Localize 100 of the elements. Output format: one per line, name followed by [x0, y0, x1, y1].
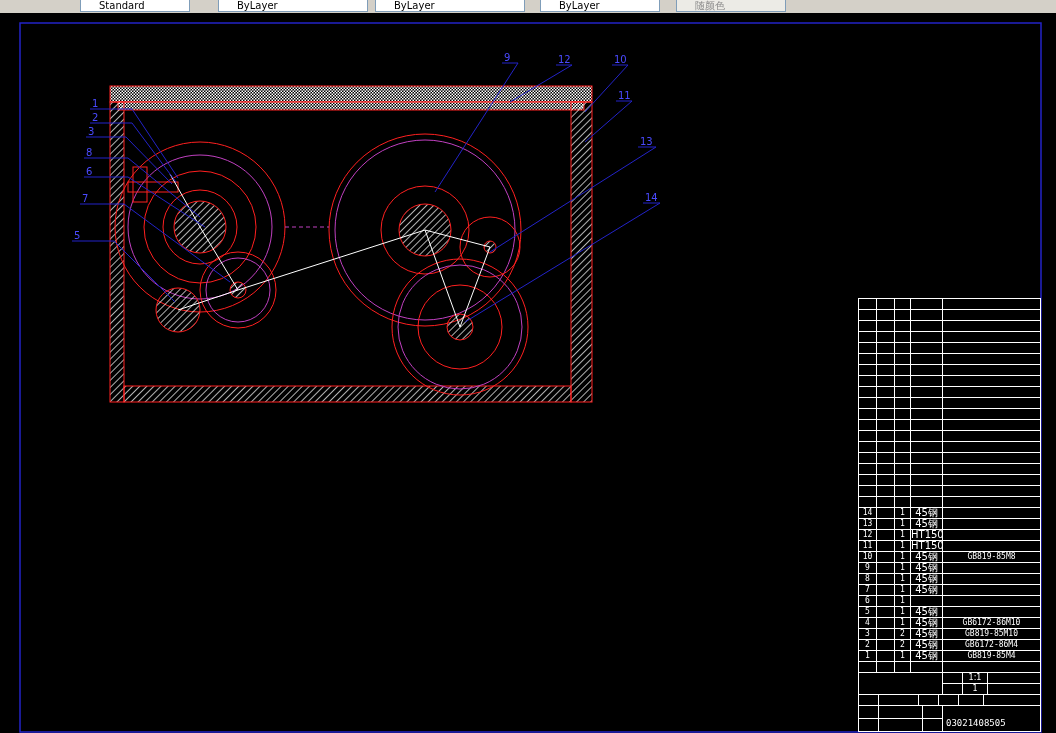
table-cell [895, 376, 911, 387]
table-cell: 2 [895, 629, 911, 640]
table-cell [923, 706, 943, 719]
table-cell [877, 398, 895, 409]
table-cell: 1 [895, 618, 911, 629]
table-cell [923, 719, 943, 732]
table-cell [895, 321, 911, 332]
table-cell [877, 431, 895, 442]
table-cell: GB6172-86M4 [943, 640, 1041, 651]
table-cell [911, 662, 943, 673]
table-cell: 1 [895, 596, 911, 607]
table-cell [877, 541, 895, 552]
table-cell: 45钢 [911, 651, 943, 662]
table-cell [877, 486, 895, 497]
table-cell: 45钢 [911, 618, 943, 629]
table-cell: 1 [895, 585, 911, 596]
table-cell [877, 420, 895, 431]
table-cell [877, 585, 895, 596]
table-cell [919, 695, 939, 706]
table-cell [911, 365, 943, 376]
table-cell: 11 [859, 541, 877, 552]
table-cell [877, 343, 895, 354]
table-cell: 1 [895, 607, 911, 618]
table-cell [911, 453, 943, 464]
table-cell: GB819-85M8 [943, 552, 1041, 563]
dropdown[interactable]: ByLayer [375, 0, 525, 12]
table-cell [877, 596, 895, 607]
table-cell [911, 431, 943, 442]
leader-line [584, 64, 629, 113]
table-cell [877, 376, 895, 387]
table-cell: 13 [859, 519, 877, 530]
table-cell [943, 684, 963, 695]
table-cell [911, 420, 943, 431]
table-cell [895, 343, 911, 354]
table-cell [895, 420, 911, 431]
table-cell: 45钢 [911, 519, 943, 530]
leader-label: 13 [640, 136, 653, 147]
table-cell: 1 [895, 552, 911, 563]
leader-label: 2 [92, 112, 99, 123]
table-cell: 45钢 [911, 585, 943, 596]
leader-label: 10 [614, 54, 627, 65]
table-cell: 1 [895, 541, 911, 552]
table-cell [988, 684, 1041, 695]
table-cell [911, 486, 943, 497]
table-cell [895, 354, 911, 365]
table-cell [911, 354, 943, 365]
table-cell [895, 486, 911, 497]
table-cell [911, 310, 943, 321]
quantity-value: 1 [963, 684, 988, 695]
table-cell [877, 442, 895, 453]
dropdown[interactable]: Standard [80, 0, 190, 12]
table-cell: 1 [859, 651, 877, 662]
table-cell [895, 387, 911, 398]
table-cell [877, 497, 895, 508]
scale-value: 1:1 [963, 673, 988, 684]
table-cell [877, 574, 895, 585]
table-cell: 1 [895, 651, 911, 662]
table-cell: 45钢 [911, 607, 943, 618]
table-cell [877, 475, 895, 486]
table-cell [911, 497, 943, 508]
table-cell: 1 [895, 519, 911, 530]
table-cell [877, 519, 895, 530]
table-cell [895, 310, 911, 321]
table-cell [943, 673, 963, 684]
table-cell [877, 409, 895, 420]
table-cell: 1 [895, 574, 911, 585]
table-cell [877, 508, 895, 519]
table-cell [911, 596, 943, 607]
table-cell [877, 387, 895, 398]
table-cell: 45钢 [911, 563, 943, 574]
table-cell [895, 475, 911, 486]
leader-label: 8 [86, 147, 93, 158]
table-cell [895, 662, 911, 673]
table-cell: GB819-85M10 [943, 629, 1041, 640]
leader-line [584, 100, 633, 143]
table-cell [911, 475, 943, 486]
table-cell: 45钢 [911, 574, 943, 585]
table-cell: 8 [859, 574, 877, 585]
dropdown[interactable]: ByLayer [218, 0, 368, 12]
table-cell [877, 530, 895, 541]
table-cell [911, 332, 943, 343]
table-cell: 4 [859, 618, 877, 629]
table-cell [911, 376, 943, 387]
leader-label: 11 [618, 90, 631, 101]
table-cell [895, 464, 911, 475]
table-cell [895, 409, 911, 420]
table-cell [895, 398, 911, 409]
leader-label: 5 [74, 230, 81, 241]
table-cell [879, 695, 919, 706]
table-cell: 10 [859, 552, 877, 563]
table-cell [877, 365, 895, 376]
table-cell: 9 [859, 563, 877, 574]
table-cell [877, 354, 895, 365]
table-cell [877, 640, 895, 651]
table-cell [959, 695, 984, 706]
table-cell [877, 321, 895, 332]
table-cell [895, 453, 911, 464]
table-cell: 2 [895, 640, 911, 651]
table-cell: 1 [895, 530, 911, 541]
dropdown[interactable]: ByLayer [540, 0, 660, 12]
